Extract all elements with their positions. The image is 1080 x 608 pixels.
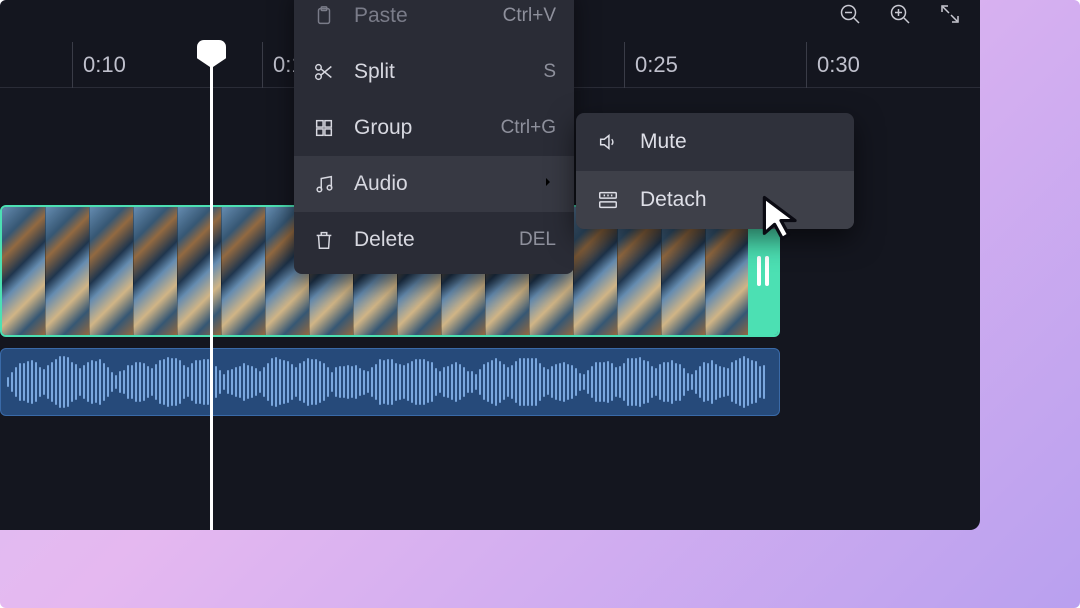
menu-label: Split [354,60,525,84]
menu-label: Group [354,116,483,140]
menu-shortcut: Ctrl+G [501,117,556,139]
submenu-item-detach[interactable]: Detach [576,171,854,229]
menu-shortcut: DEL [519,229,556,251]
fit-screen-icon[interactable] [938,2,962,31]
submenu-item-mute[interactable]: Mute [576,113,854,171]
video-editor: 0:10 0:15 0:25 0:30 Paste Ctrl+V [0,0,980,530]
music-icon [312,172,336,196]
group-icon [312,116,336,140]
paste-icon [312,4,336,28]
zoom-in-icon[interactable] [888,2,912,31]
context-menu: Paste Ctrl+V Split S Group Ctrl+G [294,0,574,274]
ruler-tick: 0:10 [72,42,126,88]
menu-label: Paste [354,4,485,28]
menu-item-split[interactable]: Split S [294,44,574,100]
menu-label: Audio [354,172,522,196]
menu-item-paste[interactable]: Paste Ctrl+V [294,0,574,44]
cursor-icon [760,195,802,246]
audio-submenu: Mute Detach [576,113,854,229]
ruler-tick: 0:30 [806,42,860,88]
zoom-out-icon[interactable] [838,2,862,31]
submenu-label: Detach [640,188,707,212]
zoom-toolbar [838,2,962,31]
speaker-icon [596,130,620,154]
menu-shortcut: Ctrl+V [503,5,556,27]
window-frame: 0:10 0:15 0:25 0:30 Paste Ctrl+V [0,0,1080,608]
trash-icon [312,228,336,252]
scissors-icon [312,60,336,84]
menu-item-group[interactable]: Group Ctrl+G [294,100,574,156]
menu-item-delete[interactable]: Delete DEL [294,212,574,268]
audio-clip[interactable] [0,348,780,416]
ruler-tick: 0:25 [624,42,678,88]
menu-shortcut: S [543,61,556,83]
detach-icon [596,188,620,212]
submenu-label: Mute [640,130,687,154]
menu-item-audio[interactable]: Audio [294,156,574,212]
chevron-right-icon [540,172,556,196]
playhead[interactable] [210,40,213,530]
menu-label: Delete [354,228,501,252]
